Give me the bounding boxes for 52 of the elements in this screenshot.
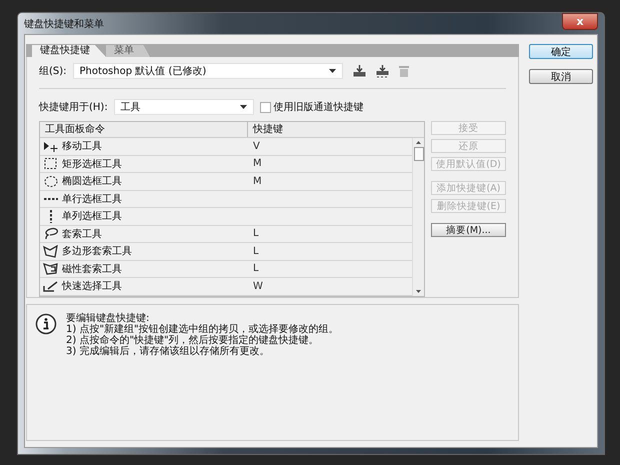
table-cell[interactable]: 矩形选框工具 <box>62 156 122 171</box>
table-cell[interactable]: 移动工具 <box>62 139 102 154</box>
window-title: 键盘快捷键和菜单 <box>24 18 104 30</box>
tab[interactable]: 菜单 <box>106 45 150 57</box>
table-cell[interactable]: 椭圆选框工具 <box>62 174 122 188</box>
table-cell[interactable]: W <box>253 280 263 292</box>
table-cell[interactable]: M <box>253 158 262 170</box>
column-header[interactable]: 工具面板命令 <box>40 122 248 137</box>
checkbox-label: 使用旧版通道快捷键 <box>274 100 364 114</box>
table-cell[interactable]: 单行选框工具 <box>62 192 122 206</box>
close-button[interactable]: x <box>562 13 598 30</box>
ellipse-marquee-icon <box>43 174 59 188</box>
table-cell[interactable]: 磁性套索工具 <box>62 262 122 276</box>
move-icon <box>43 140 59 153</box>
table-cell[interactable]: L <box>253 228 259 240</box>
table-cell[interactable]: 多边形套索工具 <box>62 244 132 258</box>
table-cell[interactable]: M <box>253 176 262 187</box>
shortcuts-for-label: 快捷键用于(H): <box>39 100 108 114</box>
action-button[interactable]: 摘要(M)... <box>431 223 506 237</box>
row-marquee-icon <box>44 198 58 200</box>
dropdown-caret-icon <box>240 105 247 109</box>
polygon-lasso-icon <box>43 244 59 258</box>
dialog-button[interactable]: 取消 <box>529 69 593 84</box>
table-cell[interactable]: 单列选框工具 <box>62 209 122 224</box>
dialog-button[interactable]: 确定 <box>529 44 593 59</box>
instruction-text: 要编辑键盘快捷键: <box>66 313 150 324</box>
group-label: 组(S): <box>39 65 67 78</box>
instruction-text: 1) 点按"新建组"按钮创建选中组的拷贝，或选择要修改的组。 <box>66 324 339 335</box>
table-cell[interactable]: 快速选择工具 <box>62 279 122 294</box>
tab[interactable]: 键盘快捷键 <box>32 45 106 57</box>
brush-icon <box>43 280 59 293</box>
checkbox[interactable] <box>260 102 271 112</box>
group-dropdown[interactable]: Photoshop 默认值 (已修改) <box>72 63 343 79</box>
scrollbar[interactable] <box>412 138 424 296</box>
instruction-text: 2) 点按命令的"快捷键"列，然后按要指定的键盘快捷键。 <box>66 335 320 346</box>
table-cell[interactable]: L <box>253 246 259 257</box>
table-cell[interactable]: 套索工具 <box>62 226 102 241</box>
table-cell[interactable]: L <box>253 263 259 274</box>
scroll-down-icon[interactable] <box>416 290 421 292</box>
shortcuts-for-dropdown[interactable]: 工具 <box>114 99 254 115</box>
column-header[interactable]: 快捷键 <box>248 122 412 137</box>
table-cell[interactable]: V <box>253 140 260 152</box>
info-icon <box>35 313 57 335</box>
scroll-up-icon[interactable] <box>416 141 421 144</box>
lasso-icon <box>43 227 59 240</box>
scroll-thumb[interactable] <box>414 147 424 161</box>
rectangle-marquee-icon <box>43 157 59 170</box>
magnet-lasso-icon <box>43 262 59 276</box>
dropdown-caret-icon <box>328 69 336 73</box>
new-set-icon[interactable] <box>376 64 389 78</box>
save-set-icon[interactable] <box>352 65 366 77</box>
instruction-text: 3) 完成编辑后，请存储该组以存储所有更改。 <box>66 346 270 357</box>
